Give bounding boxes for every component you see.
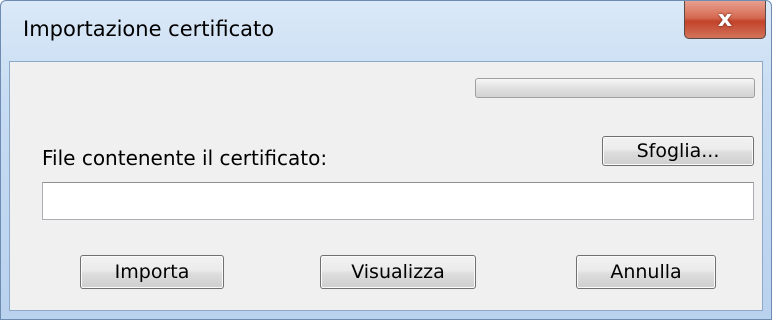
browse-button-label: Sfoglia...	[636, 140, 720, 162]
certificate-file-input[interactable]	[42, 182, 754, 220]
close-icon: x	[717, 6, 733, 32]
window-title: Importazione certificato	[23, 17, 275, 41]
import-button[interactable]: Importa	[80, 255, 224, 289]
dialog-body: File contenente il certificato: Sfoglia.…	[9, 61, 763, 311]
cancel-button[interactable]: Annulla	[576, 255, 716, 289]
browse-button[interactable]: Sfoglia...	[602, 136, 754, 166]
view-button-label: Visualizza	[351, 261, 445, 283]
view-button[interactable]: Visualizza	[320, 255, 476, 289]
close-button[interactable]: x	[684, 1, 766, 39]
cancel-button-label: Annulla	[610, 261, 682, 283]
import-progress-bar	[475, 78, 755, 98]
import-button-label: Importa	[114, 261, 190, 283]
title-bar[interactable]: Importazione certificato x	[1, 1, 771, 61]
certificate-import-dialog: Importazione certificato x File contenen…	[0, 0, 772, 320]
file-label: File contenente il certificato:	[42, 146, 328, 170]
